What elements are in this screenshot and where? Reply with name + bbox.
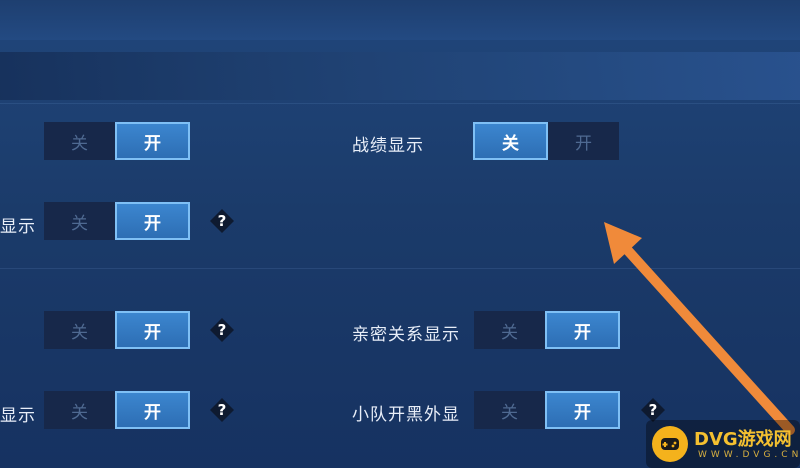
watermark-logo: DVG游戏网 WWW.DVG.CN (646, 420, 800, 468)
annotation-arrow-icon (604, 222, 795, 435)
watermark-url: WWW.DVG.CN (698, 450, 800, 460)
watermark-name: DVG游戏网 (694, 429, 792, 450)
gamepad-icon (652, 426, 688, 462)
